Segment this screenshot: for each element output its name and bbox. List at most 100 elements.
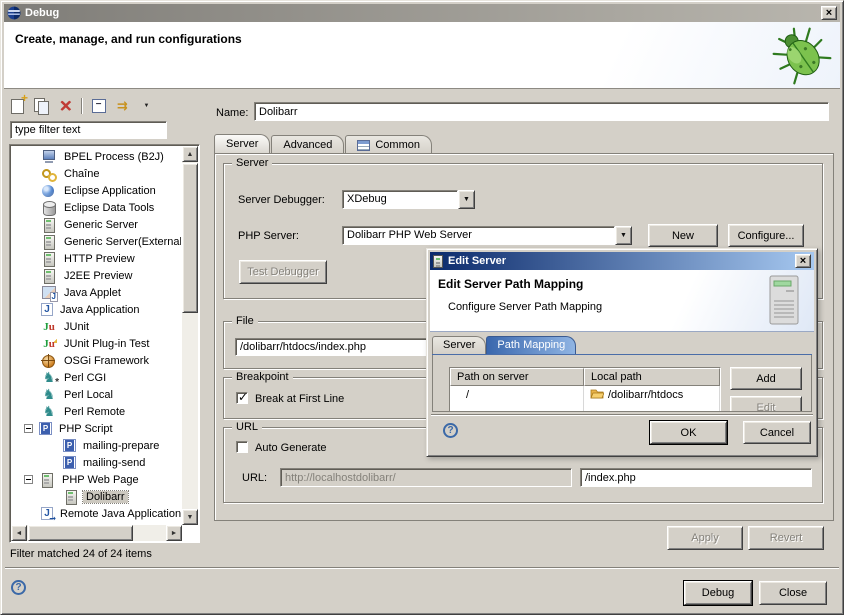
dialog-tab-path-mapping[interactable]: Path Mapping xyxy=(486,336,576,354)
java-icon xyxy=(41,303,53,316)
duplicate-config-icon[interactable] xyxy=(33,98,50,114)
column-local-path[interactable]: Local path xyxy=(584,368,720,386)
server-debugger-combo[interactable]: XDebug xyxy=(342,190,475,209)
toolbar-menu-arrow-icon[interactable] xyxy=(138,98,155,114)
tab-common[interactable]: Common xyxy=(345,135,432,154)
close-window-icon[interactable]: × xyxy=(821,6,837,20)
test-debugger-button[interactable]: Test Debugger xyxy=(239,260,327,284)
url-path-input[interactable] xyxy=(580,468,812,487)
new-server-button[interactable]: New xyxy=(648,224,718,247)
tree-item[interactable]: Perl Local xyxy=(12,386,181,403)
vertical-scroll-thumb[interactable] xyxy=(182,163,198,313)
breakpoint-group-label: Breakpoint xyxy=(232,371,293,383)
help-icon[interactable]: ? xyxy=(11,580,26,595)
tree-item-label: J2EE Preview xyxy=(61,270,135,282)
tree-horizontal-scrollbar[interactable]: ◄ ► xyxy=(11,525,182,541)
close-button[interactable]: Close xyxy=(759,581,827,605)
tab-advanced[interactable]: Advanced xyxy=(271,135,344,154)
server-debugger-label: Server Debugger: xyxy=(238,194,325,206)
php-server-value[interactable]: Dolibarr PHP Web Server xyxy=(342,226,615,245)
filter-input[interactable] xyxy=(10,121,167,139)
expander-minus-icon[interactable] xyxy=(24,475,33,484)
delete-config-icon[interactable] xyxy=(57,98,74,114)
new-config-icon[interactable] xyxy=(9,98,26,114)
collapse-all-icon[interactable] xyxy=(90,98,107,114)
dialog-tab-server[interactable]: Server xyxy=(432,336,486,354)
chevron-down-icon[interactable] xyxy=(615,226,632,245)
column-path-on-server[interactable]: Path on server xyxy=(450,368,584,386)
tree-item[interactable]: PHP Web Page xyxy=(12,471,181,488)
tree-item-label: Generic Server(External La xyxy=(61,236,181,248)
tree-item[interactable]: Generic Server(External La xyxy=(12,233,181,250)
chevron-down-icon[interactable] xyxy=(458,190,475,209)
tree-item[interactable]: JUnit xyxy=(12,318,181,335)
mapping-row[interactable]: //dolibarr/htdocs xyxy=(450,386,720,404)
tree-item[interactable]: Eclipse Application xyxy=(12,182,181,199)
scroll-right-icon[interactable]: ► xyxy=(166,525,182,541)
cancel-button[interactable]: Cancel xyxy=(743,421,811,444)
tree-item[interactable]: Dolibarr xyxy=(12,488,181,505)
break-first-line-checkbox[interactable] xyxy=(236,392,248,404)
perl-icon xyxy=(41,405,57,419)
tree-item[interactable]: JUnit Plug-in Test xyxy=(12,335,181,352)
tree-item[interactable]: PHP Script xyxy=(12,420,181,437)
url-group-label: URL xyxy=(232,421,262,433)
scroll-up-icon[interactable]: ▲ xyxy=(182,146,198,162)
tree-item[interactable]: J2EE Preview xyxy=(12,267,181,284)
close-dialog-icon[interactable]: × xyxy=(795,254,811,268)
apply-button[interactable]: Apply xyxy=(667,526,743,550)
table-header: Path on server Local path xyxy=(450,368,720,386)
name-input[interactable] xyxy=(254,102,829,121)
scroll-down-icon[interactable]: ▼ xyxy=(182,509,198,525)
tree-item-label: Perl CGI xyxy=(61,372,109,384)
tree-item-label: OSGi Framework xyxy=(61,355,152,367)
expander-minus-icon[interactable] xyxy=(24,424,33,433)
server-debugger-value[interactable]: XDebug xyxy=(342,190,458,209)
filter-launch-icon[interactable] xyxy=(114,98,131,114)
header-banner: Create, manage, and run configurations xyxy=(4,22,840,89)
tree-item[interactable]: Eclipse Data Tools xyxy=(12,199,181,216)
junit-icon xyxy=(41,320,57,334)
eclipse-logo-icon xyxy=(7,6,21,20)
name-label: Name: xyxy=(216,107,248,119)
tree-item-label: Perl Remote xyxy=(61,406,128,418)
tree-item-label: Remote Java Application xyxy=(57,508,181,520)
php-server-combo[interactable]: Dolibarr PHP Web Server xyxy=(342,226,632,245)
debug-button[interactable]: Debug xyxy=(684,581,752,605)
tree-item[interactable]: HTTP Preview xyxy=(12,250,181,267)
perl-cgi-icon xyxy=(41,371,57,385)
tree-item[interactable]: mailing-prepare xyxy=(12,437,181,454)
dialog-subheading: Configure Server Path Mapping xyxy=(448,301,602,313)
tree-item[interactable]: Generic Server xyxy=(12,216,181,233)
tree-item-label: Dolibarr xyxy=(83,491,128,503)
local-path-cell: /dolibarr/htdocs xyxy=(608,389,683,401)
tree-item[interactable]: Perl Remote xyxy=(12,403,181,420)
tree-item[interactable]: Perl CGI xyxy=(12,369,181,386)
scroll-left-icon[interactable]: ◄ xyxy=(11,525,27,541)
ok-button[interactable]: OK xyxy=(650,421,727,444)
tree-item[interactable]: OSGi Framework xyxy=(12,352,181,369)
revert-button[interactable]: Revert xyxy=(748,526,824,550)
tree-vertical-scrollbar[interactable]: ▲ ▼ xyxy=(182,146,198,525)
tree-item[interactable]: Java Applet xyxy=(12,284,181,301)
osgi-icon xyxy=(41,354,57,368)
tree-item-label: Java Applet xyxy=(61,287,124,299)
php-server-label: PHP Server: xyxy=(238,230,299,242)
file-group-label: File xyxy=(232,315,258,327)
edit-mapping-button[interactable]: Edit xyxy=(730,396,802,412)
tree-item[interactable]: Java Application xyxy=(12,301,181,318)
editor-tabs: Server Advanced Common xyxy=(214,133,433,154)
tree-item[interactable]: mailing-send xyxy=(12,454,181,471)
tree-item-label: mailing-send xyxy=(80,457,148,469)
dialog-help-icon[interactable]: ? xyxy=(443,423,458,438)
add-mapping-button[interactable]: Add xyxy=(730,367,802,390)
configure-server-button[interactable]: Configure... xyxy=(728,224,804,247)
tree-item[interactable]: BPEL Process (B2J) xyxy=(12,148,181,165)
auto-generate-checkbox[interactable] xyxy=(236,441,248,453)
horizontal-scroll-thumb[interactable] xyxy=(28,525,133,541)
dialog-heading: Edit Server Path Mapping xyxy=(438,277,583,291)
tab-server[interactable]: Server xyxy=(214,134,270,154)
url-label: URL: xyxy=(242,472,267,484)
tree-item[interactable]: Remote Java Application xyxy=(12,505,181,522)
tree-item[interactable]: Chaîne xyxy=(12,165,181,182)
